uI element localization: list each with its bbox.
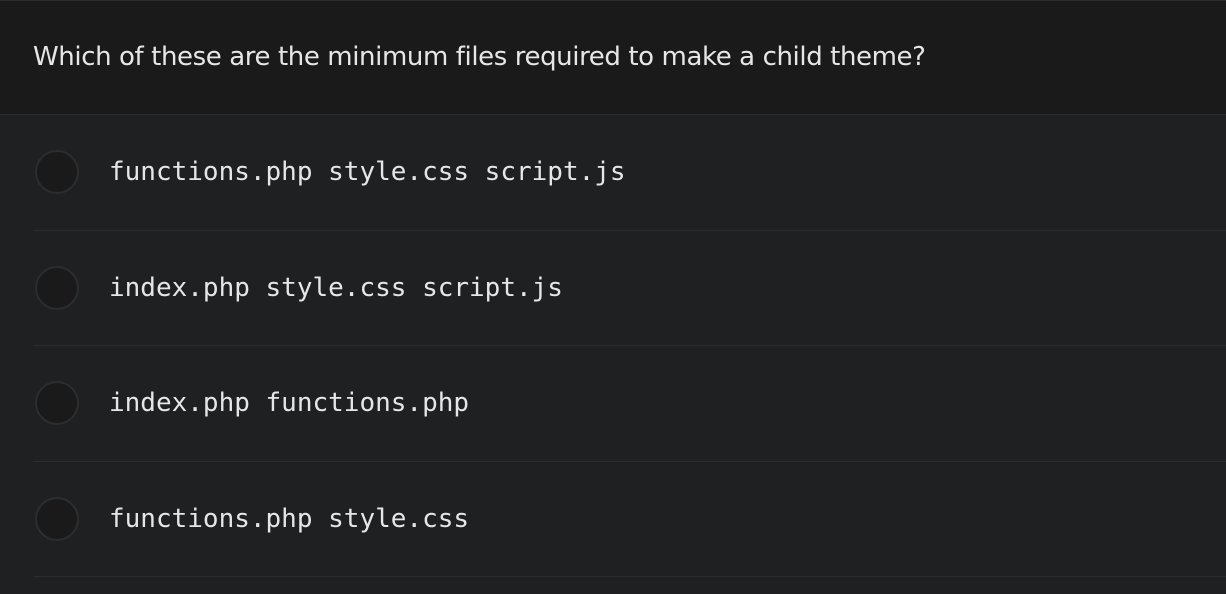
radio-button-icon[interactable] <box>35 265 79 310</box>
radio-button-icon[interactable] <box>35 381 79 426</box>
answer-list: functions.php style.css script.js index.… <box>0 115 1226 577</box>
answer-label: index.php functions.php <box>109 388 470 419</box>
quiz-card: Which of these are the minimum files req… <box>0 0 1226 594</box>
answer-option-1[interactable]: functions.php style.css script.js <box>33 115 1226 231</box>
radio-button-icon[interactable] <box>35 496 79 541</box>
answer-label: functions.php style.css script.js <box>109 157 626 188</box>
question-header: Which of these are the minimum files req… <box>0 1 1226 115</box>
question-text: Which of these are the minimum files req… <box>33 41 926 72</box>
answer-option-4[interactable]: functions.php style.css <box>33 462 1226 577</box>
answer-option-2[interactable]: index.php style.css script.js <box>33 231 1226 346</box>
answer-label: index.php style.css script.js <box>109 272 563 303</box>
answer-label: functions.php style.css <box>109 503 470 534</box>
answer-option-3[interactable]: index.php functions.php <box>33 346 1226 462</box>
radio-button-icon[interactable] <box>35 150 79 195</box>
